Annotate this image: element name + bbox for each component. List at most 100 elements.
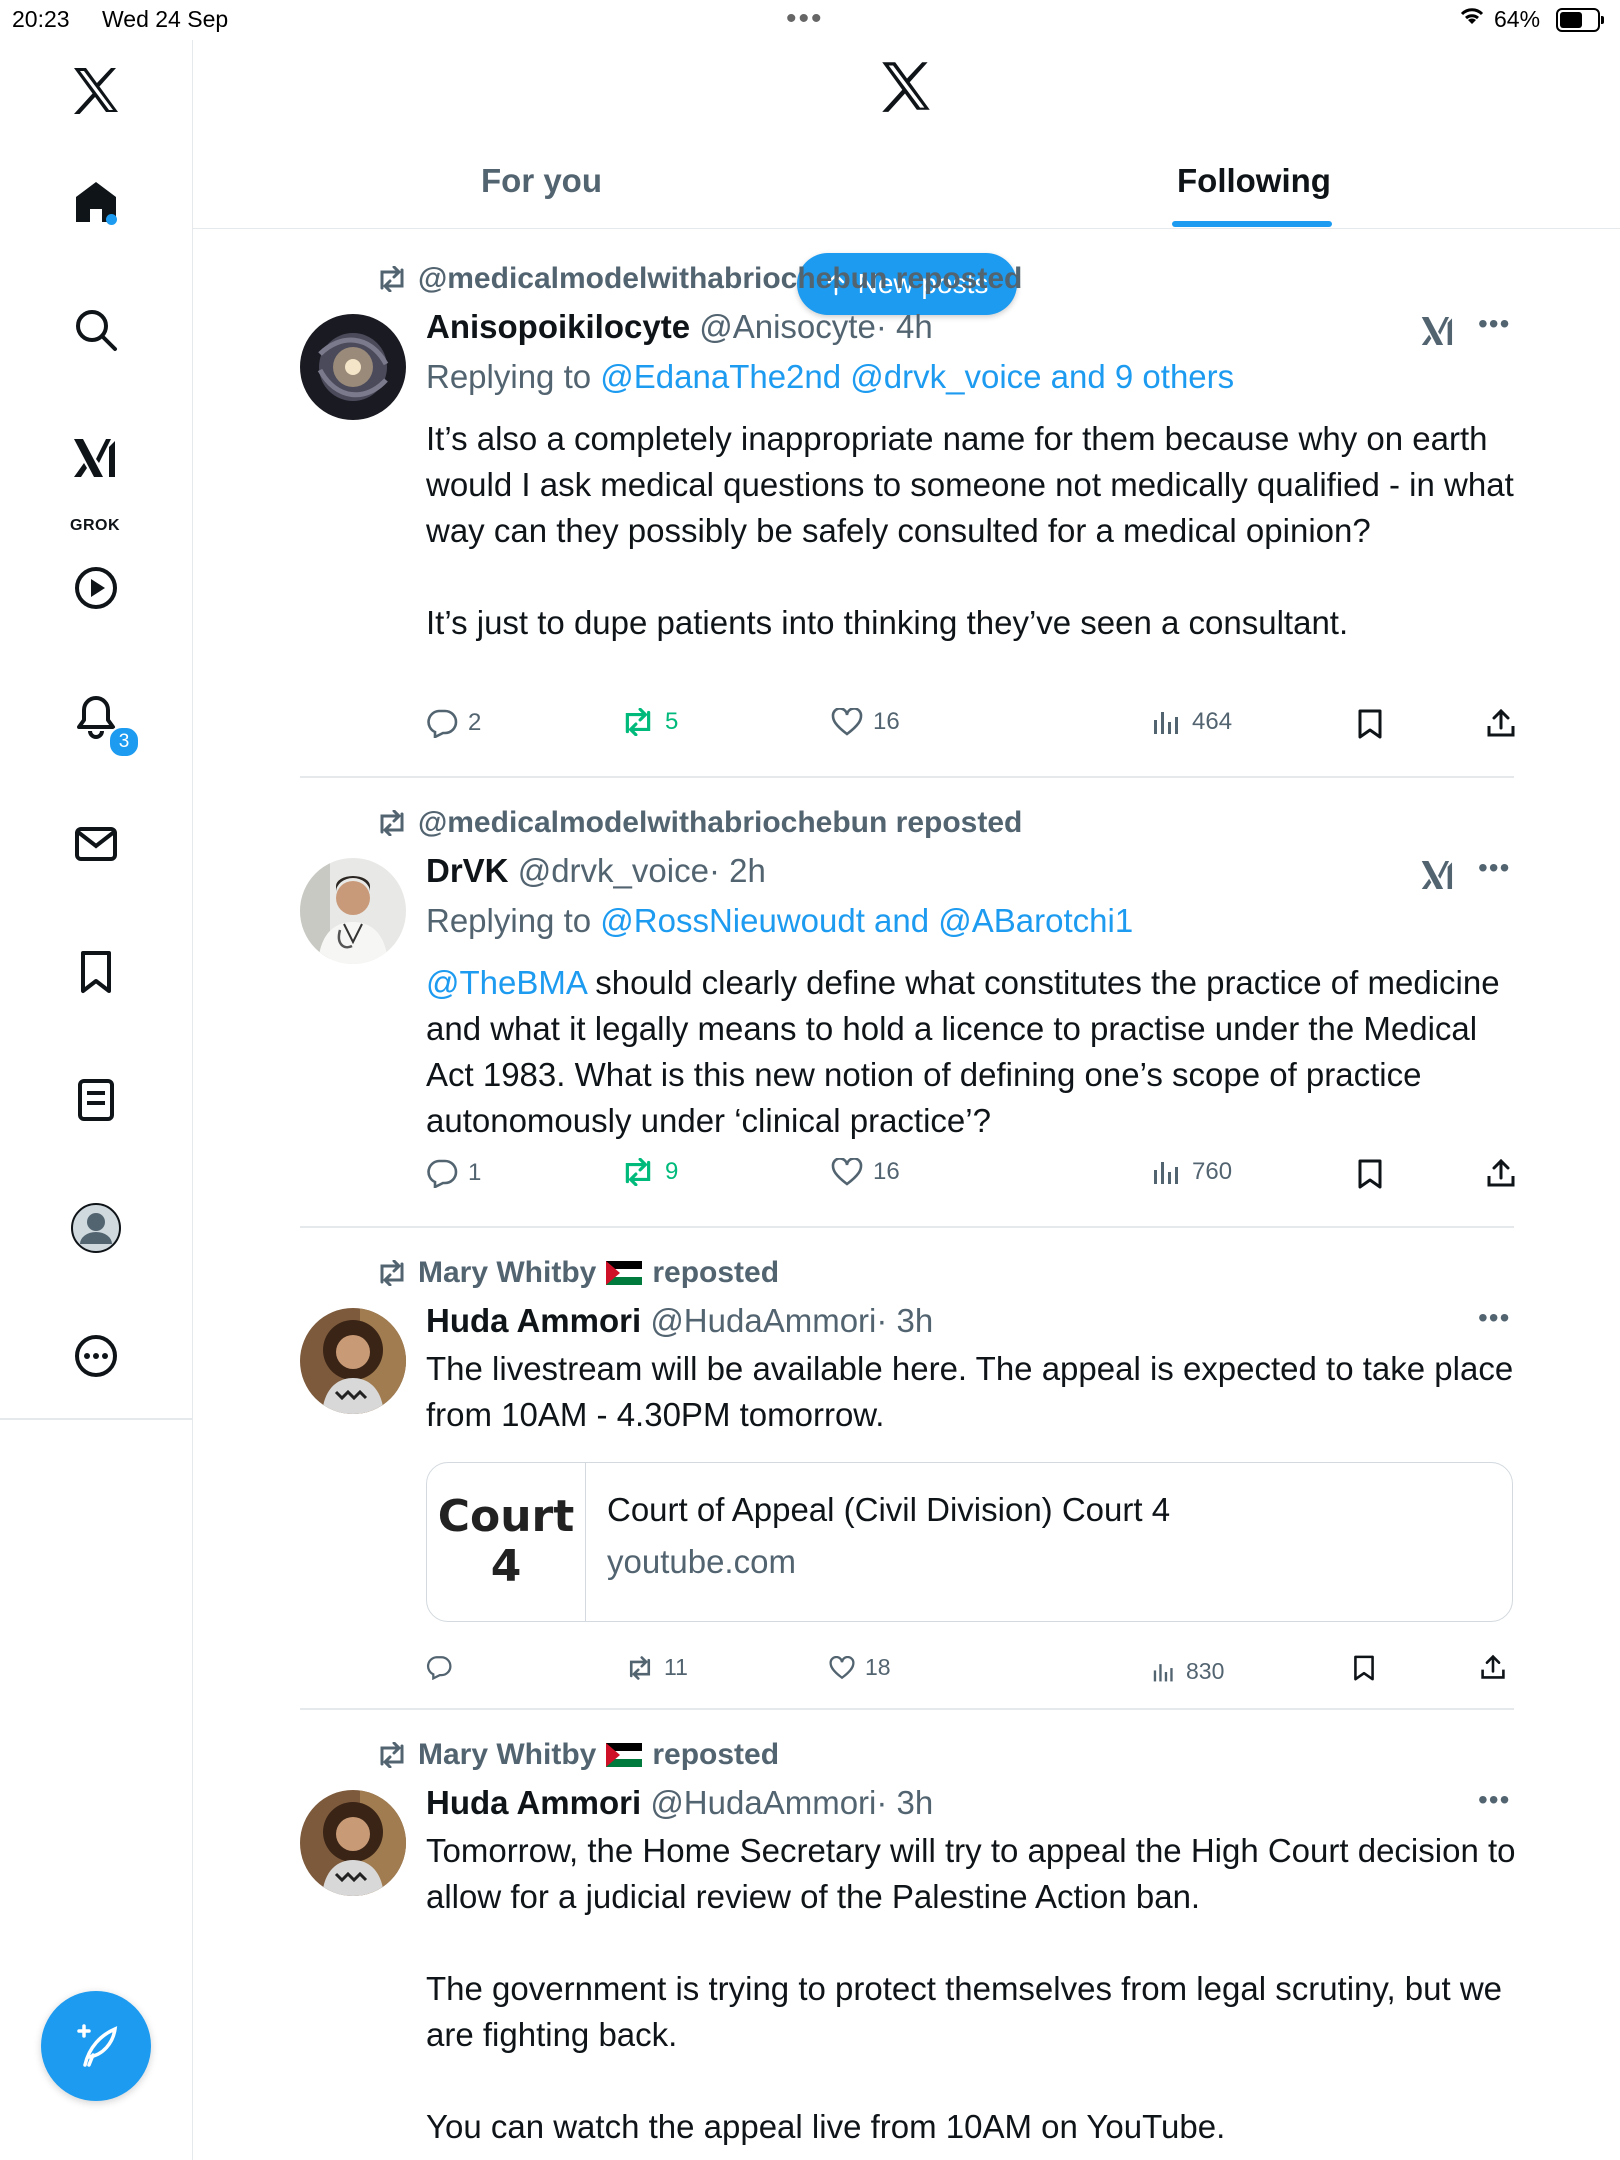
reply-button[interactable] xyxy=(426,1654,462,1680)
post-text: Tomorrow, the Home Secretary will try to… xyxy=(426,1832,1516,2145)
lists-icon[interactable] xyxy=(56,1060,136,1140)
like-button[interactable]: 16 xyxy=(831,708,900,736)
views-chart-icon xyxy=(1154,712,1178,734)
repost-context-text: @medicalmodelwithabriochebun reposted xyxy=(418,262,1023,295)
author-name[interactable]: Huda Ammori xyxy=(426,1784,641,1821)
bookmark-icon xyxy=(1354,1655,1374,1681)
notification-badge: 3 xyxy=(108,726,140,758)
post-actions: 11 18 830 xyxy=(426,1654,1516,1694)
repost-context: Mary Whitby reposted xyxy=(376,1256,779,1290)
more-options-icon[interactable]: ••• xyxy=(1478,308,1510,340)
repost-button[interactable]: 9 xyxy=(621,1158,678,1186)
avatar[interactable] xyxy=(300,1308,406,1414)
post-text: @TheBMA should clearly define what const… xyxy=(426,960,1516,1144)
like-count: 16 xyxy=(873,1158,900,1185)
repost-icon xyxy=(625,708,651,736)
reply-count: 2 xyxy=(468,709,482,736)
x-logo-icon[interactable] xyxy=(56,50,136,130)
repost-context-text: @medicalmodelwithabriochebun reposted xyxy=(418,806,1023,839)
share-button[interactable] xyxy=(1480,1654,1506,1680)
repost-icon xyxy=(380,1742,404,1768)
author-handle[interactable]: @HudaAmmori xyxy=(650,1302,876,1339)
tab-for-you[interactable]: For you xyxy=(481,162,602,200)
author-name[interactable]: Anisopoikilocyte xyxy=(426,308,690,345)
sidebar-divider xyxy=(0,1418,192,1420)
avatar[interactable] xyxy=(300,1790,406,1896)
active-tab-indicator xyxy=(1172,221,1332,227)
author-name[interactable]: Huda Ammori xyxy=(426,1302,641,1339)
more-options-icon[interactable]: ••• xyxy=(1478,852,1510,884)
post[interactable]: @medicalmodelwithabriochebun reposted An… xyxy=(300,230,1516,770)
reply-button[interactable]: 2 xyxy=(426,708,481,738)
grok-icon[interactable] xyxy=(1420,314,1456,353)
repost-icon xyxy=(380,1260,404,1286)
views-chart-icon xyxy=(1153,1663,1173,1681)
post-actions: 1 9 16 760 xyxy=(426,1158,1516,1198)
avatar[interactable] xyxy=(300,314,406,420)
tab-following[interactable]: Following xyxy=(1177,162,1331,200)
repost-icon xyxy=(625,1158,651,1186)
post-text: It’s also a completely inappropriate nam… xyxy=(426,420,1514,641)
repost-context-name: Mary Whitby xyxy=(418,1738,597,1771)
author-handle[interactable]: @Anisocyte xyxy=(699,308,876,345)
share-button[interactable] xyxy=(1486,1158,1516,1188)
share-button[interactable] xyxy=(1486,708,1516,738)
author-handle[interactable]: @HudaAmmori xyxy=(650,1784,876,1821)
post-author: Huda Ammori @HudaAmmori· 3h xyxy=(426,1302,933,1340)
author-name[interactable]: DrVK xyxy=(426,852,509,889)
sidebar: GROK 3 xyxy=(0,40,193,2160)
repost-button[interactable]: 5 xyxy=(621,708,678,736)
repost-context-suffix: reposted xyxy=(652,1738,780,1771)
repost-button[interactable]: 11 xyxy=(626,1654,688,1681)
post-time: · 4h xyxy=(875,308,933,345)
post[interactable]: Mary Whitby reposted Huda Ammori @HudaAm… xyxy=(300,1226,1514,1706)
repost-context-suffix: reposted xyxy=(652,1256,780,1289)
multitask-dots-icon[interactable]: ••• xyxy=(786,2,824,36)
like-button[interactable]: 16 xyxy=(831,1158,900,1186)
post[interactable]: Mary Whitby reposted Huda Ammori @HudaAm… xyxy=(300,1708,1516,2160)
battery-percent: 64% xyxy=(1494,6,1541,32)
more-options-icon[interactable] xyxy=(56,1316,136,1396)
views-button[interactable]: 464 xyxy=(1152,708,1232,736)
views-button[interactable]: 760 xyxy=(1152,1158,1232,1186)
replying-to: Replying to @RossNieuwoudt and @ABarotch… xyxy=(426,902,1133,940)
messages-mail-icon[interactable] xyxy=(56,804,136,884)
grok-icon[interactable] xyxy=(1420,858,1456,897)
like-button[interactable]: 18 xyxy=(829,1654,891,1681)
replying-to-users[interactable]: @RossNieuwoudt and @ABarotchi1 xyxy=(600,902,1133,939)
avatar[interactable] xyxy=(300,858,406,964)
repost-count: 5 xyxy=(665,708,679,735)
views-button[interactable]: 830 xyxy=(1152,1658,1224,1685)
more-options-icon[interactable]: ••• xyxy=(1478,1784,1510,1816)
repost-context: Mary Whitby reposted xyxy=(376,1738,779,1772)
video-play-icon[interactable] xyxy=(56,548,136,628)
repost-icon xyxy=(380,266,404,292)
view-count: 760 xyxy=(1192,1158,1233,1185)
bookmark-button[interactable] xyxy=(1356,1158,1384,1190)
more-options-icon[interactable]: ••• xyxy=(1478,1302,1510,1334)
grok-icon[interactable] xyxy=(56,418,136,498)
profile-avatar-icon[interactable] xyxy=(56,1188,136,1268)
home-icon[interactable] xyxy=(56,162,136,242)
post-actions: 2 5 16 464 xyxy=(426,708,1516,748)
bookmark-button[interactable] xyxy=(1352,1654,1376,1682)
link-preview-thumbnail: Court 4 xyxy=(427,1463,586,1621)
home-unread-dot xyxy=(106,214,117,225)
bookmark-button[interactable] xyxy=(1356,708,1384,740)
replying-to-users[interactable]: @EdanaThe2nd @drvk_voice and 9 others xyxy=(600,358,1234,395)
link-preview-card[interactable]: Court 4 Court of Appeal (Civil Division)… xyxy=(426,1462,1513,1622)
search-icon[interactable] xyxy=(56,290,136,370)
reply-icon xyxy=(426,1656,452,1680)
bookmarks-icon[interactable] xyxy=(56,932,136,1012)
mention-link[interactable]: @TheBMA xyxy=(426,964,586,1001)
wifi-icon xyxy=(1458,4,1486,34)
compose-post-button[interactable] xyxy=(41,1991,151,2101)
repost-count: 11 xyxy=(664,1654,688,1680)
post[interactable]: @medicalmodelwithabriochebun reposted Dr… xyxy=(300,776,1516,1226)
author-handle[interactable]: @drvk_voice xyxy=(518,852,709,889)
bookmark-icon xyxy=(1358,1159,1382,1189)
reply-icon xyxy=(427,1159,458,1188)
palestine-flag-icon xyxy=(606,1743,643,1767)
repost-icon xyxy=(629,1655,651,1680)
reply-button[interactable]: 1 xyxy=(426,1158,481,1188)
